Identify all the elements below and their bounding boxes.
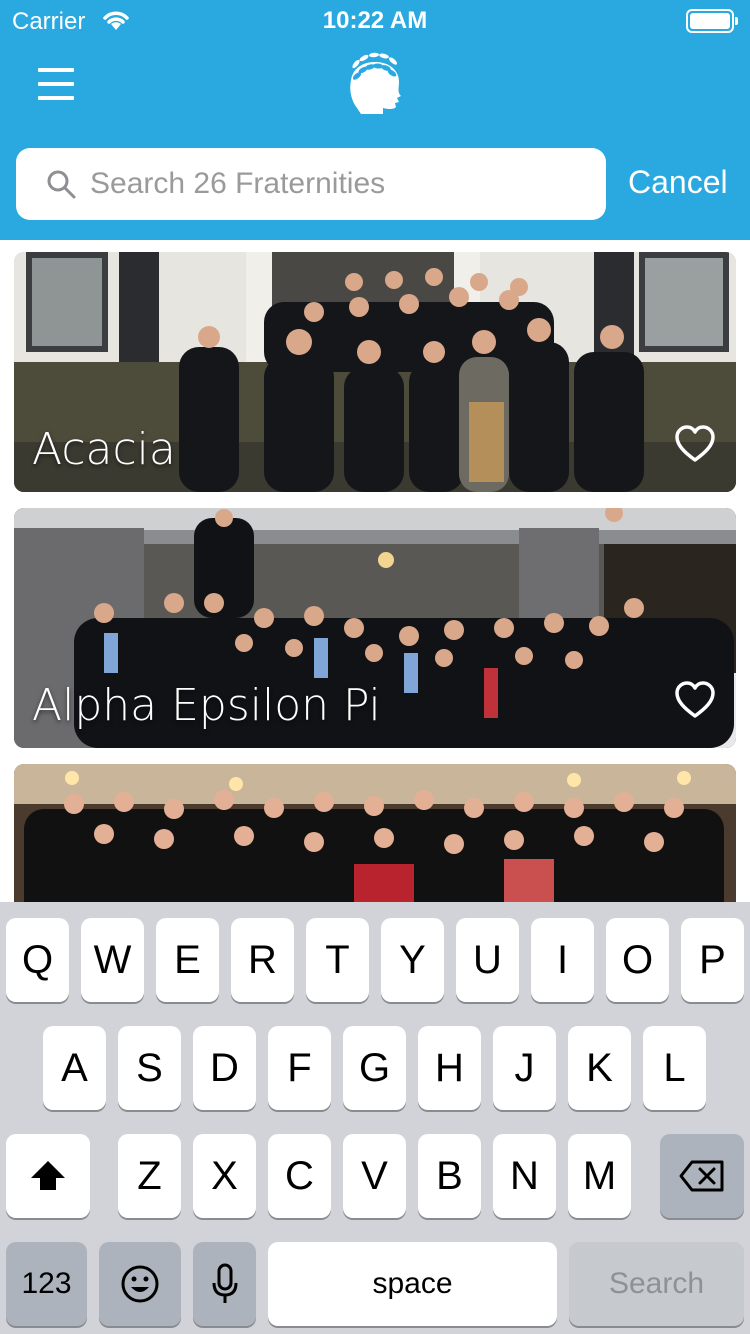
key-t[interactable]: T [306,918,369,1002]
status-bar: Carrier 10:22 AM [0,0,750,40]
key-a[interactable]: A [43,1026,106,1110]
key-j[interactable]: J [493,1026,556,1110]
key-w[interactable]: W [81,918,144,1002]
cancel-button[interactable]: Cancel [628,164,728,201]
key-v[interactable]: V [343,1134,406,1218]
key-b[interactable]: B [418,1134,481,1218]
dictation-key[interactable] [193,1242,256,1326]
key-l[interactable]: L [643,1026,706,1110]
search-key[interactable]: Search [569,1242,744,1326]
key-g[interactable]: G [343,1026,406,1110]
fraternity-card[interactable] [14,764,736,902]
key-h[interactable]: H [418,1026,481,1110]
menu-button[interactable] [30,62,82,106]
emoji-icon [121,1265,159,1303]
key-k[interactable]: K [568,1026,631,1110]
key-y[interactable]: Y [381,918,444,1002]
backspace-key[interactable] [660,1134,744,1218]
key-q[interactable]: Q [6,918,69,1002]
key-o[interactable]: O [606,918,669,1002]
clock: 10:22 AM [322,7,428,34]
hamburger-menu-icon [38,68,74,72]
caesar-head-logo-icon [350,52,401,114]
fraternity-card[interactable]: Acacia [14,252,736,492]
favorite-heart-icon[interactable] [674,424,716,464]
key-i[interactable]: I [531,918,594,1002]
fraternity-photo [14,764,736,902]
key-n[interactable]: N [493,1134,556,1218]
key-u[interactable]: U [456,918,519,1002]
key-x[interactable]: X [193,1134,256,1218]
fraternity-card[interactable]: Alpha Epsilon Pi [14,508,736,748]
fraternity-list[interactable]: Acacia Alpha Epsilon Pi [0,240,750,902]
key-r[interactable]: R [231,918,294,1002]
key-z[interactable]: Z [118,1134,181,1218]
fraternity-name: Acacia [32,424,176,475]
numbers-key[interactable]: 123 [6,1242,87,1326]
space-key[interactable]: space [268,1242,557,1326]
search-input[interactable] [90,160,590,208]
key-c[interactable]: C [268,1134,331,1218]
key-p[interactable]: P [681,918,744,1002]
key-s[interactable]: S [118,1026,181,1110]
emoji-key[interactable] [99,1242,181,1326]
shift-icon [31,1161,65,1190]
backspace-icon [679,1160,724,1192]
favorite-heart-icon[interactable] [674,680,716,720]
fraternity-name: Alpha Epsilon Pi [32,680,381,731]
key-e[interactable]: E [156,918,219,1002]
keyboard: Q W E R T Y U I O P A S D F G H J K L Z … [0,902,750,1334]
key-m[interactable]: M [568,1134,631,1218]
key-f[interactable]: F [268,1026,331,1110]
key-d[interactable]: D [193,1026,256,1110]
microphone-icon [212,1263,237,1303]
battery-icon [686,9,738,33]
search-field[interactable] [16,148,606,220]
app-header: Carrier 10:22 AM Search 26 Fraternities … [0,0,750,240]
shift-key[interactable] [6,1134,90,1218]
search-icon [47,170,76,199]
